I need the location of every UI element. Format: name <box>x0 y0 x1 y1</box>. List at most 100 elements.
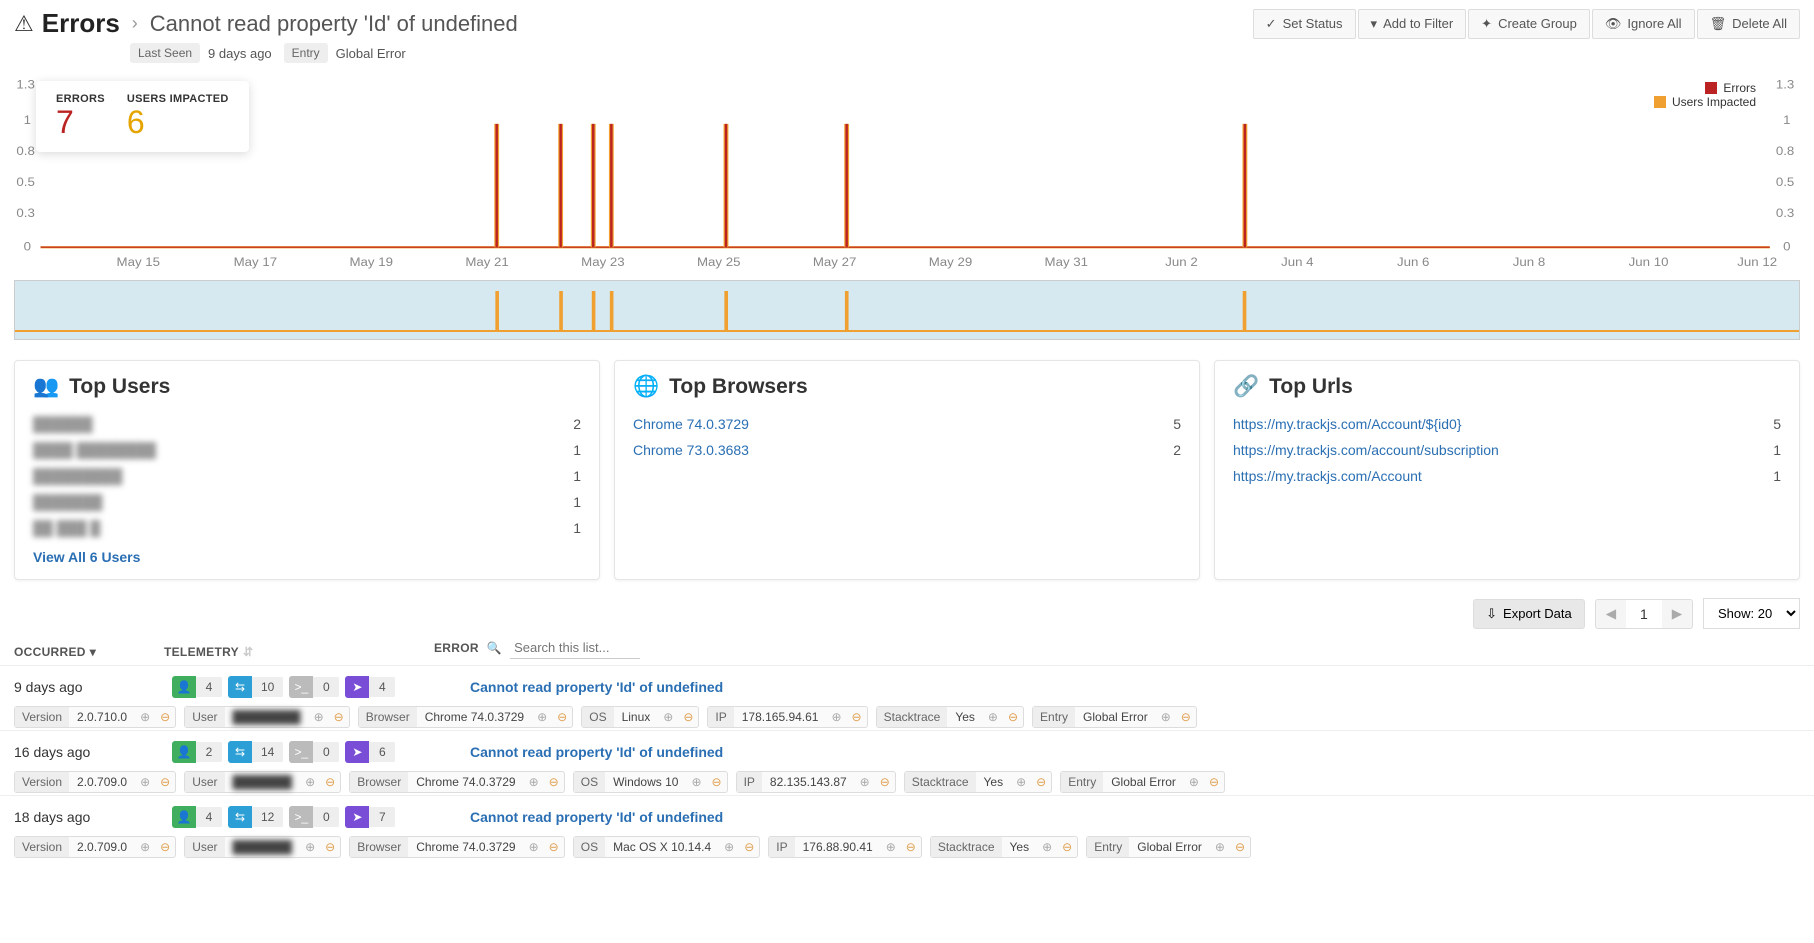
item-name[interactable]: https://my.trackjs.com/Account <box>1233 468 1422 484</box>
plus-icon[interactable]: ⊕ <box>1184 772 1204 792</box>
item-name[interactable]: ███████ <box>33 494 102 510</box>
minus-icon[interactable]: ⊖ <box>739 837 759 857</box>
meta-tag[interactable]: Version2.0.710.0⊕⊖ <box>14 706 176 728</box>
plus-icon[interactable]: ⊕ <box>135 837 155 857</box>
plus-icon[interactable]: ⊕ <box>300 837 320 857</box>
plus-icon[interactable]: ⊕ <box>826 707 846 727</box>
meta-tag[interactable]: Version2.0.709.0⊕⊖ <box>14 771 176 793</box>
minus-icon[interactable]: ⊖ <box>875 772 895 792</box>
set-status-button[interactable]: ✓Set Status <box>1253 9 1356 39</box>
minus-icon[interactable]: ⊖ <box>320 772 340 792</box>
meta-tag[interactable]: IP176.88.90.41⊕⊖ <box>768 836 922 858</box>
console-badge[interactable]: >_0 <box>289 676 339 698</box>
list-item[interactable]: ████ ████████1 <box>33 437 581 463</box>
list-item[interactable]: ███████1 <box>33 489 581 515</box>
list-item[interactable]: ██ ███ █1 <box>33 515 581 541</box>
create-group-button[interactable]: ✦Create Group <box>1468 9 1590 39</box>
minus-icon[interactable]: ⊖ <box>155 707 175 727</box>
pager-prev-button[interactable]: ◀ <box>1596 600 1626 628</box>
meta-tag[interactable]: User███████⊕⊖ <box>184 771 341 793</box>
meta-tag[interactable]: IP178.165.94.61⊕⊖ <box>707 706 867 728</box>
list-item[interactable]: █████████1 <box>33 463 581 489</box>
meta-tag[interactable]: StacktraceYes⊕⊖ <box>876 706 1024 728</box>
ignore-all-button[interactable]: 👁Ignore All <box>1592 9 1695 39</box>
minus-icon[interactable]: ⊖ <box>544 772 564 792</box>
meta-tag[interactable]: EntryGlobal Error⊕⊖ <box>1060 771 1225 793</box>
nav-badge[interactable]: ➤7 <box>345 806 395 828</box>
list-item[interactable]: https://my.trackjs.com/Account/${id0}5 <box>1233 411 1781 437</box>
item-name[interactable]: https://my.trackjs.com/Account/${id0} <box>1233 416 1462 432</box>
console-badge[interactable]: >_0 <box>289 741 339 763</box>
nav-badge[interactable]: ➤4 <box>345 676 395 698</box>
meta-tag[interactable]: OSMac OS X 10.14.4⊕⊖ <box>573 836 761 858</box>
plus-icon[interactable]: ⊕ <box>658 707 678 727</box>
main-chart[interactable]: 1.3 1 0.8 0.5 0.3 0 1.3 1 0.8 0.5 0.3 0 <box>14 75 1800 275</box>
plus-icon[interactable]: ⊕ <box>524 772 544 792</box>
minus-icon[interactable]: ⊖ <box>1176 707 1196 727</box>
item-name[interactable]: Chrome 73.0.3683 <box>633 442 749 458</box>
meta-tag[interactable]: StacktraceYes⊕⊖ <box>930 836 1078 858</box>
meta-tag[interactable]: Version2.0.709.0⊕⊖ <box>14 836 176 858</box>
minus-icon[interactable]: ⊖ <box>320 837 340 857</box>
minus-icon[interactable]: ⊖ <box>1031 772 1051 792</box>
plus-icon[interactable]: ⊕ <box>1037 837 1057 857</box>
nav-badge[interactable]: ➤6 <box>345 741 395 763</box>
meta-tag[interactable]: OSWindows 10⊕⊖ <box>573 771 728 793</box>
plus-icon[interactable]: ⊕ <box>300 772 320 792</box>
meta-tag[interactable]: EntryGlobal Error⊕⊖ <box>1086 836 1251 858</box>
minus-icon[interactable]: ⊖ <box>155 772 175 792</box>
plus-icon[interactable]: ⊕ <box>135 772 155 792</box>
network-badge[interactable]: ⇆14 <box>228 741 283 763</box>
minus-icon[interactable]: ⊖ <box>1003 707 1023 727</box>
meta-tag[interactable]: OSLinux⊕⊖ <box>581 706 699 728</box>
user-badge[interactable]: 👤4 <box>172 806 222 828</box>
view-all-users-link[interactable]: View All 6 Users <box>33 549 581 565</box>
error-message-link[interactable]: Cannot read property 'Id' of undefined <box>470 809 723 825</box>
network-badge[interactable]: ⇆10 <box>228 676 283 698</box>
minus-icon[interactable]: ⊖ <box>155 837 175 857</box>
range-selector-chart[interactable] <box>14 280 1800 340</box>
plus-icon[interactable]: ⊕ <box>855 772 875 792</box>
minus-icon[interactable]: ⊖ <box>678 707 698 727</box>
plus-icon[interactable]: ⊕ <box>881 837 901 857</box>
minus-icon[interactable]: ⊖ <box>329 707 349 727</box>
meta-tag[interactable]: BrowserChrome 74.0.3729⊕⊖ <box>349 836 565 858</box>
plus-icon[interactable]: ⊕ <box>1011 772 1031 792</box>
error-message-link[interactable]: Cannot read property 'Id' of undefined <box>470 679 723 695</box>
col-telemetry[interactable]: TELEMETRY ⇵ <box>164 645 434 659</box>
plus-icon[interactable]: ⊕ <box>983 707 1003 727</box>
item-name[interactable]: ████ ████████ <box>33 442 156 458</box>
item-name[interactable]: █████████ <box>33 468 122 484</box>
plus-icon[interactable]: ⊕ <box>1210 837 1230 857</box>
minus-icon[interactable]: ⊖ <box>1230 837 1250 857</box>
minus-icon[interactable]: ⊖ <box>847 707 867 727</box>
minus-icon[interactable]: ⊖ <box>544 837 564 857</box>
meta-tag[interactable]: IP82.135.143.87⊕⊖ <box>736 771 896 793</box>
item-name[interactable]: ██ ███ █ <box>33 520 100 536</box>
minus-icon[interactable]: ⊖ <box>1204 772 1224 792</box>
user-badge[interactable]: 👤4 <box>172 676 222 698</box>
item-name[interactable]: ██████ <box>33 416 93 432</box>
list-item[interactable]: Chrome 73.0.36832 <box>633 437 1181 463</box>
meta-tag[interactable]: StacktraceYes⊕⊖ <box>904 771 1052 793</box>
user-badge[interactable]: 👤2 <box>172 741 222 763</box>
delete-all-button[interactable]: 🗑Delete All <box>1697 9 1800 39</box>
item-name[interactable]: https://my.trackjs.com/account/subscript… <box>1233 442 1499 458</box>
meta-tag[interactable]: EntryGlobal Error⊕⊖ <box>1032 706 1197 728</box>
meta-tag[interactable]: User████████⊕⊖ <box>184 706 349 728</box>
item-name[interactable]: Chrome 74.0.3729 <box>633 416 749 432</box>
add-filter-button[interactable]: ▾Add to Filter <box>1358 9 1467 39</box>
list-item[interactable]: ██████2 <box>33 411 581 437</box>
list-item[interactable]: https://my.trackjs.com/Account1 <box>1233 463 1781 489</box>
show-count-select[interactable]: Show: 20 <box>1703 598 1800 629</box>
minus-icon[interactable]: ⊖ <box>1057 837 1077 857</box>
network-badge[interactable]: ⇆12 <box>228 806 283 828</box>
list-item[interactable]: Chrome 74.0.37295 <box>633 411 1181 437</box>
search-input[interactable] <box>510 637 640 659</box>
minus-icon[interactable]: ⊖ <box>707 772 727 792</box>
list-item[interactable]: https://my.trackjs.com/account/subscript… <box>1233 437 1781 463</box>
plus-icon[interactable]: ⊕ <box>686 772 706 792</box>
minus-icon[interactable]: ⊖ <box>552 707 572 727</box>
plus-icon[interactable]: ⊕ <box>309 707 329 727</box>
error-message-link[interactable]: Cannot read property 'Id' of undefined <box>470 744 723 760</box>
